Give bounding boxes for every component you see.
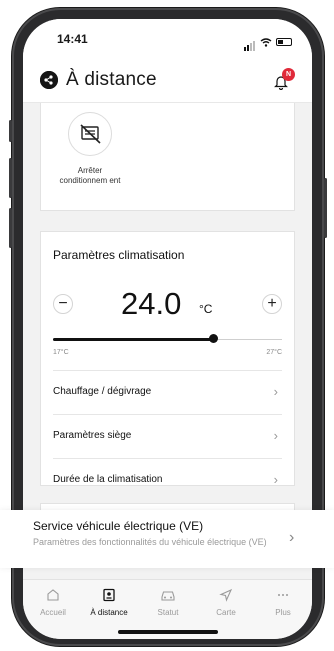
temperature-decrease-button[interactable]: − (53, 294, 73, 314)
temperature-value: 24.0 (121, 286, 182, 321)
tab-remote-label: À distance (90, 608, 128, 617)
temperature-slider-fill (53, 338, 214, 341)
slider-max-label: 27°C (266, 349, 282, 356)
tab-remote[interactable]: À distance (81, 588, 137, 617)
climate-settings-title: Paramètres climatisation (53, 248, 185, 262)
temperature-increase-button[interactable]: + (262, 294, 282, 314)
heating-defrost-row[interactable]: Chauffage / dégivrage › (53, 370, 282, 414)
stop-ac-button[interactable] (68, 112, 112, 156)
home-icon (47, 589, 59, 601)
seat-settings-label: Paramètres siège (53, 430, 132, 441)
tab-map[interactable]: Carte (198, 588, 254, 617)
remote-icon (103, 588, 115, 602)
chevron-right-icon: › (273, 472, 278, 487)
notification-badge: N (282, 68, 295, 81)
climate-settings-card: Paramètres climatisation − 24.0 °C + 17°… (40, 231, 295, 486)
ac-off-icon (80, 124, 101, 144)
chevron-right-icon: › (273, 384, 278, 399)
status-bar: 14:41 (23, 19, 312, 59)
slider-min-label: 17°C (53, 349, 69, 356)
temperature-slider-thumb[interactable] (208, 334, 218, 343)
ev-service-subtitle: Paramètres des fonctionnalités du véhicu… (33, 537, 267, 547)
tab-status-label: Statut (157, 608, 179, 617)
ac-card: Arrêter conditionnem ent (40, 103, 295, 211)
car-icon (161, 591, 175, 601)
navigation-icon (219, 588, 233, 602)
ac-duration-row[interactable]: Durée de la climatisation › (53, 458, 282, 486)
ev-service-row[interactable]: Service véhicule électrique (VE) Paramèt… (0, 510, 334, 568)
status-icons (244, 33, 292, 51)
app-logo-icon (40, 71, 58, 89)
mute-switch (9, 120, 12, 142)
ev-service-title: Service véhicule électrique (VE) (33, 519, 204, 533)
volume-up-button (9, 158, 12, 198)
battery-icon (276, 38, 292, 46)
chevron-right-icon: › (289, 529, 295, 546)
page-title: À distance (66, 69, 157, 90)
signal-icon (244, 33, 256, 51)
tab-home[interactable]: Accueil (25, 588, 81, 617)
volume-down-button (9, 208, 12, 248)
status-time: 14:41 (57, 32, 88, 46)
more-icon (278, 594, 288, 596)
wifi-icon (260, 37, 272, 47)
tab-more-label: Plus (275, 608, 291, 617)
chevron-right-icon: › (273, 428, 278, 443)
temperature-unit: °C (199, 302, 213, 316)
seat-settings-row[interactable]: Paramètres siège › (53, 414, 282, 458)
ac-duration-label: Durée de la climatisation (53, 474, 163, 485)
power-button (324, 178, 327, 238)
tab-more[interactable]: Plus (255, 588, 311, 617)
app-header: À distance N (23, 59, 312, 103)
stop-ac-label: Arrêter conditionnem ent (59, 166, 121, 185)
tab-home-label: Accueil (40, 608, 66, 617)
home-indicator (118, 630, 218, 634)
heating-defrost-label: Chauffage / dégivrage (53, 386, 152, 397)
tab-map-label: Carte (216, 608, 236, 617)
tab-status[interactable]: Statut (140, 588, 196, 617)
